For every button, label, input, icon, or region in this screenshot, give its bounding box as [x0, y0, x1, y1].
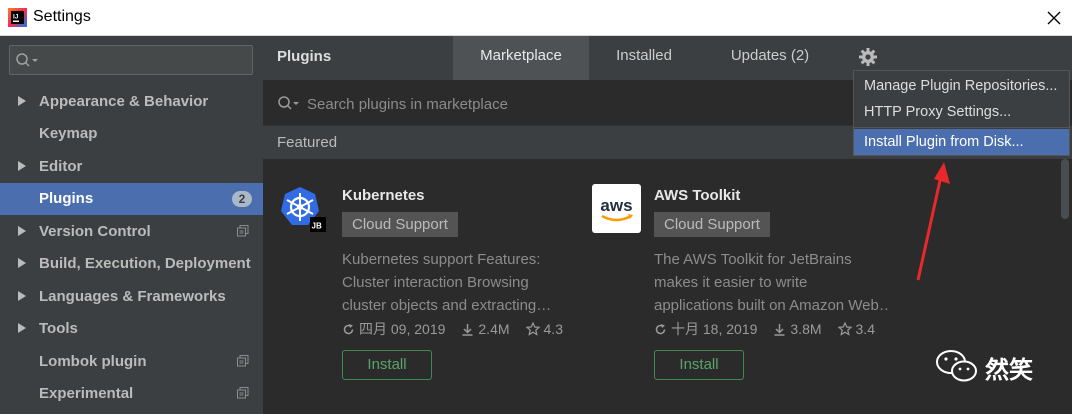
- watermark-text: 然笑: [985, 357, 1033, 384]
- kubernetes-helm-icon: JB: [281, 187, 326, 232]
- tab-updates[interactable]: Updates (2): [699, 36, 841, 80]
- plugin-name[interactable]: AWS Toolkit: [654, 187, 740, 204]
- sidebar-item-lombok-plugin[interactable]: Lombok plugin: [0, 346, 263, 378]
- plugin-meta: 四月 09, 2019 2.4M 4.3: [342, 319, 563, 339]
- svg-text:JB: JB: [312, 222, 322, 231]
- star-icon: [525, 322, 540, 336]
- star-icon: [837, 322, 852, 336]
- settings-search-input[interactable]: [9, 45, 253, 75]
- close-icon[interactable]: [1040, 4, 1068, 32]
- description-line: Kubernetes support Features:: [342, 251, 541, 268]
- download-icon: [774, 323, 785, 336]
- project-settings-icon: [237, 387, 249, 399]
- description-line: Cluster interaction Browsing: [342, 274, 529, 291]
- search-icon: [16, 53, 38, 67]
- expand-arrow-icon[interactable]: [18, 258, 26, 268]
- plugin-description: Kubernetes support Features: Cluster int…: [342, 248, 577, 317]
- tab-installed[interactable]: Installed: [589, 36, 699, 80]
- description-line: cluster objects and extracting…: [342, 297, 552, 314]
- sidebar-item-keymap[interactable]: Keymap: [0, 118, 263, 150]
- plugin-search-input[interactable]: [307, 93, 707, 115]
- aws-icon: aws: [592, 184, 641, 233]
- expand-arrow-icon[interactable]: [18, 323, 26, 333]
- install-button[interactable]: Install: [654, 350, 744, 380]
- wechat-icon: [936, 350, 977, 382]
- aws-logo-text: aws: [600, 196, 632, 215]
- menu-item-manage-repositories[interactable]: Manage Plugin Repositories...: [854, 73, 1069, 99]
- plugin-card-aws-toolkit[interactable]: aws AWS Toolkit Cloud Support The AWS To…: [592, 159, 892, 414]
- sidebar-item-label: Editor: [39, 158, 83, 175]
- download-count: 2.4M: [478, 321, 510, 337]
- menu-divider: [854, 127, 1069, 128]
- scrollbar[interactable]: [1061, 159, 1069, 219]
- download-count: 3.8M: [790, 321, 822, 337]
- sidebar-item-appearance-behavior[interactable]: Appearance & Behavior: [0, 86, 263, 118]
- description-line: The AWS Toolkit for JetBrains: [654, 251, 852, 268]
- plugin-card-kubernetes[interactable]: JB Kubernetes Cloud Support Kubernetes s…: [280, 159, 580, 414]
- sidebar-item-languages-frameworks[interactable]: Languages & Frameworks: [0, 281, 263, 313]
- download-icon: [462, 323, 473, 336]
- plugin-name[interactable]: Kubernetes: [342, 187, 425, 204]
- svg-text:IJ: IJ: [13, 14, 19, 21]
- expand-arrow-icon[interactable]: [18, 161, 26, 171]
- expand-arrow-icon[interactable]: [18, 291, 26, 301]
- page-title: Plugins: [277, 48, 332, 65]
- sidebar-item-label: Lombok plugin: [39, 353, 147, 370]
- gear-dropdown-menu: Manage Plugin Repositories... HTTP Proxy…: [853, 70, 1070, 156]
- sidebar-item-label: Version Control: [39, 223, 151, 240]
- plugin-description: The AWS Toolkit for JetBrains makes it e…: [654, 248, 889, 317]
- sidebar-item-label: Keymap: [39, 125, 98, 142]
- plugin-meta: 十月 18, 2019 3.8M 3.4: [654, 319, 875, 339]
- sidebar-item-label: Plugins: [39, 190, 94, 207]
- window-titlebar: IJ Settings: [0, 0, 1072, 36]
- sidebar-item-label: Languages & Frameworks: [39, 288, 226, 305]
- section-label: Featured: [277, 134, 338, 151]
- tab-marketplace[interactable]: Marketplace: [453, 36, 589, 80]
- updated-date: 十月 18, 2019: [671, 321, 758, 337]
- project-settings-icon: [237, 225, 249, 237]
- search-icon: [278, 96, 299, 110]
- intellij-app-icon: IJ: [8, 8, 27, 27]
- category-tag[interactable]: Cloud Support: [342, 212, 458, 237]
- refresh-icon: [655, 323, 666, 334]
- expand-arrow-icon[interactable]: [18, 96, 26, 106]
- settings-sidebar: Appearance & Behavior Keymap Editor Plugins…: [0, 36, 263, 414]
- sidebar-item-editor[interactable]: Editor: [0, 151, 263, 183]
- description-line: makes it easier to write: [654, 274, 808, 291]
- sidebar-item-tools[interactable]: Tools: [0, 313, 263, 345]
- sidebar-item-label: Experimental: [39, 385, 134, 402]
- expand-arrow-icon[interactable]: [18, 226, 26, 236]
- sidebar-item-label: Build, Execution, Deployment: [39, 255, 251, 272]
- refresh-icon: [343, 323, 354, 334]
- rating: 3.4: [855, 321, 875, 337]
- description-line: applications built on Amazon Web…: [654, 297, 889, 314]
- gear-icon[interactable]: [858, 47, 878, 67]
- sidebar-item-version-control[interactable]: Version Control: [0, 216, 263, 248]
- sidebar-item-experimental[interactable]: Experimental: [0, 378, 263, 410]
- window-title: Settings: [33, 8, 91, 25]
- menu-item-http-proxy[interactable]: HTTP Proxy Settings...: [854, 99, 1069, 125]
- sidebar-item-build-execution-deployment[interactable]: Build, Execution, Deployment: [0, 248, 263, 280]
- sidebar-item-plugins[interactable]: Plugins 2: [0, 183, 263, 215]
- sidebar-item-label: Tools: [39, 320, 78, 337]
- count-badge: 2: [232, 191, 252, 207]
- updated-date: 四月 09, 2019: [359, 321, 446, 337]
- rating: 4.3: [543, 321, 563, 337]
- category-tag[interactable]: Cloud Support: [654, 212, 770, 237]
- menu-item-install-from-disk[interactable]: Install Plugin from Disk...: [854, 129, 1069, 155]
- install-button[interactable]: Install: [342, 350, 432, 380]
- annotation-arrow: [916, 162, 950, 281]
- project-settings-icon: [237, 355, 249, 367]
- sidebar-item-label: Appearance & Behavior: [39, 93, 209, 110]
